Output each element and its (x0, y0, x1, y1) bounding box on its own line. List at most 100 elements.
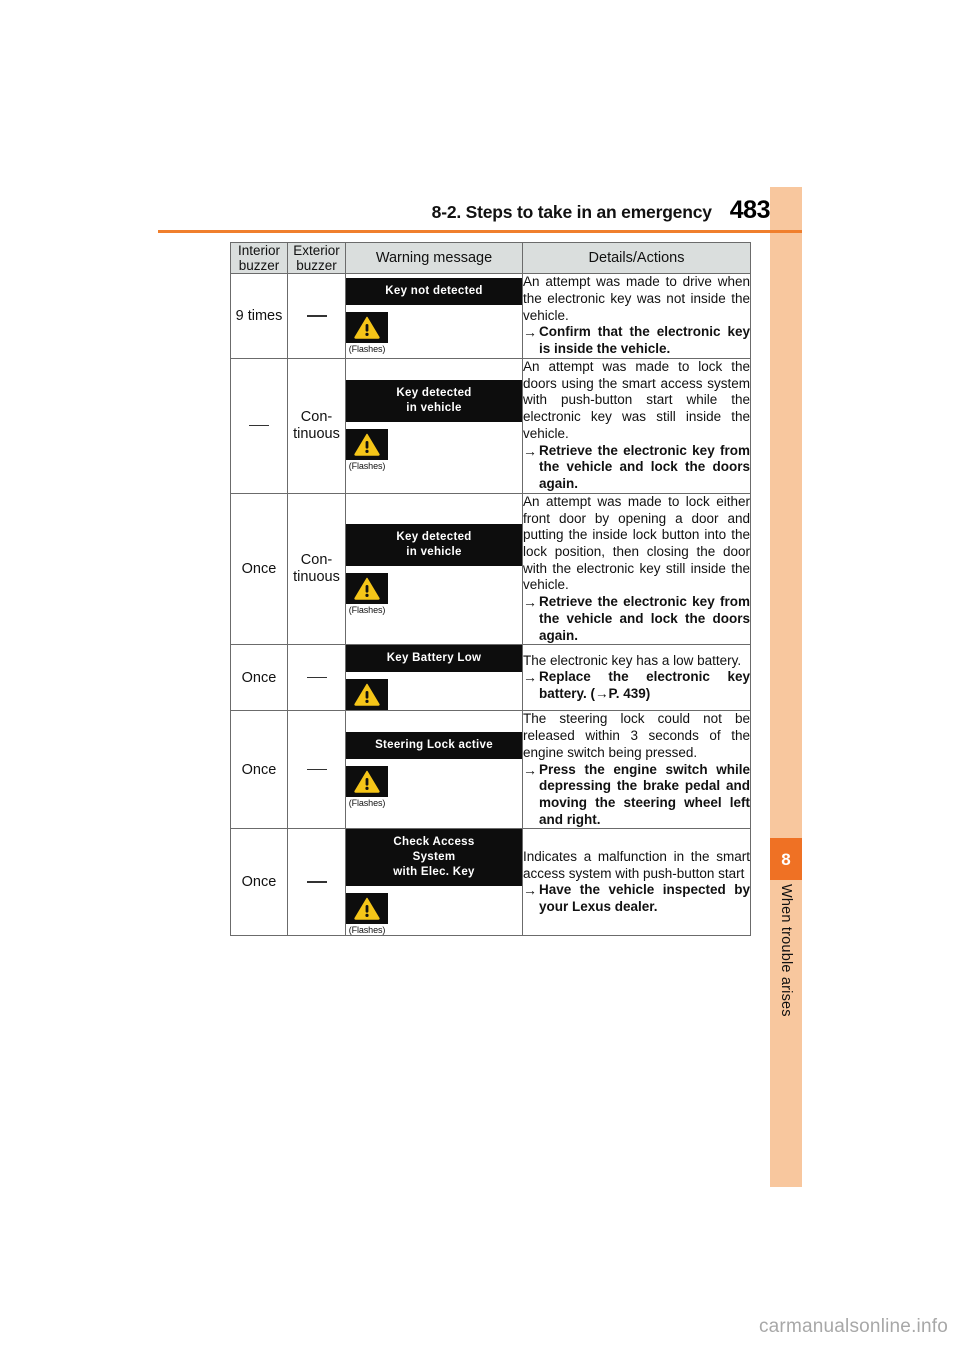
page-title: 8-2. Steps to take in an emergency (431, 202, 712, 222)
cell-details-actions: An attempt was made to lock either front… (522, 492, 751, 646)
flashes-caption: (Flashes) (348, 925, 386, 936)
table-header-row: Interior buzzer Exterior buzzer Warning … (230, 241, 751, 275)
column-header-details-actions: Details/Actions (522, 241, 751, 275)
action-text: Retrieve the electronic key from the veh… (539, 594, 750, 643)
page-header: 8-2. Steps to take in an emergency 483 (158, 196, 771, 225)
cell-warning-message: Check Access System with Elec. Key (Flashes… (345, 828, 523, 937)
flashes-caption: (Flashes) (348, 604, 386, 615)
cell-warning-message: Key not detected (Flashes) (345, 273, 523, 359)
cell-details-actions: Indicates a malfunction in the smart acc… (522, 828, 751, 937)
warning-message-line: Key Battery Low (386, 652, 482, 665)
cell-exterior-buzzer (287, 644, 346, 712)
cell-details-actions: The steering lock could not be released … (522, 710, 751, 830)
table-row: Con-tinuous Key detected in vehicle (Flashe… (230, 357, 751, 494)
action-item: → Confirm that the electronic key is insi… (523, 324, 750, 357)
warning-message-table: Interior buzzer Exterior buzzer Warning … (230, 241, 751, 937)
cell-interior-buzzer: 9 times (230, 273, 288, 359)
details-text: An attempt was made to lock either front… (523, 493, 750, 593)
arrow-icon: → (523, 761, 537, 778)
column-header-warning-message: Warning message (345, 241, 523, 275)
action-item: → Replace the electronic key battery. (→P… (523, 669, 750, 702)
arrow-icon: → (523, 594, 537, 611)
warning-message-line: Key detected (396, 387, 472, 400)
details-text: An attempt was made to drive when the el… (523, 274, 750, 323)
cell-warning-message: Steering Lock active (Flashes) (345, 710, 523, 830)
warning-message-line: Steering Lock active (375, 738, 493, 751)
warning-message-line: Key not detected (385, 285, 483, 298)
column-header-exterior-line1: Exterior (293, 243, 340, 258)
site-watermark: carmanualsonline.info (758, 1316, 948, 1337)
action-text: Retrieve the electronic key from the veh… (539, 442, 750, 492)
table-row: Once Key Battery Low The electronic key ha… (230, 644, 751, 712)
warning-icon-group: (Flashes) (346, 572, 388, 615)
warning-message-line: in vehicle (406, 402, 462, 415)
warning-message-line: System (412, 851, 456, 864)
warning-triangle-icon (346, 679, 388, 711)
warning-icon-group: (Flashes) (346, 312, 388, 354)
chapter-label: When trouble arises (770, 884, 802, 1114)
warning-icon-group: (Flashes) (346, 765, 388, 808)
warning-icon-group: (Flashes) (346, 429, 388, 471)
action-text: Replace the electronic key battery. (→P.… (539, 669, 750, 702)
table-row: 9 times Key not detected (Flashes) An attem… (230, 273, 751, 359)
warning-message-display: Key detected in vehicle (346, 523, 522, 566)
cell-exterior-buzzer (287, 710, 346, 830)
warning-icon-group (346, 679, 388, 711)
chapter-number-tab: 8 (770, 838, 802, 880)
dash-mark (306, 676, 327, 679)
cell-details-actions: The electronic key has a low battery. → Re… (522, 644, 751, 712)
cell-interior-buzzer (230, 357, 288, 494)
cell-warning-message: Key detected in vehicle (Flashes) (345, 357, 523, 494)
chapter-label-text: When trouble arises (778, 884, 794, 1017)
dash-mark (249, 424, 269, 427)
arrow-icon: → (523, 324, 537, 341)
warning-message-display: Key not detected (346, 278, 522, 306)
action-text: Press the engine switch while depressing… (539, 761, 750, 827)
cell-exterior-buzzer (287, 828, 346, 937)
page-number: 483 (729, 196, 771, 224)
action-text: Have the vehicle inspected by your Lexus… (539, 882, 750, 915)
header-rule (158, 230, 802, 233)
table-row: Once Con-tinuous Key detected in vehicle (Fl… (230, 492, 751, 646)
warning-triangle-icon (346, 572, 388, 604)
cell-warning-message: Key Battery Low (345, 644, 523, 712)
column-header-interior-buzzer: Interior buzzer (230, 241, 288, 275)
cell-exterior-buzzer: Con-tinuous (287, 492, 346, 646)
warning-message-line: in vehicle (406, 545, 462, 558)
cell-interior-buzzer: Once (230, 828, 288, 937)
dash-mark (306, 881, 327, 883)
dash-mark (306, 768, 327, 771)
warning-message-line: with Elec. Key (393, 866, 475, 879)
cell-warning-message: Key detected in vehicle (Flashes) (345, 492, 523, 646)
warning-message-display: Key detected in vehicle (346, 380, 522, 423)
warning-message-display: Steering Lock active (346, 731, 522, 759)
table-body: 9 times Key not detected (Flashes) An attem… (230, 273, 751, 937)
warning-triangle-icon (346, 429, 388, 461)
action-item: → Retrieve the electronic key from the ve… (523, 443, 750, 493)
cell-details-actions: An attempt was made to drive when the el… (522, 273, 751, 359)
warning-message-display: Check Access System with Elec. Key (346, 829, 522, 887)
dash-mark (306, 315, 327, 317)
action-item: → Retrieve the electronic key from the ve… (523, 594, 750, 644)
arrow-icon: → (523, 442, 537, 459)
flashes-caption: (Flashes) (348, 461, 386, 472)
column-header-exterior-line2: buzzer (296, 258, 337, 274)
action-item: → Press the engine switch while depressin… (523, 762, 750, 829)
action-item: → Have the vehicle inspected by your Lexu… (523, 882, 750, 915)
cell-exterior-buzzer: Con-tinuous (287, 357, 346, 494)
details-text: An attempt was made to lock the doors us… (523, 358, 750, 441)
warning-message-display: Key Battery Low (346, 645, 522, 673)
column-header-interior-line2: buzzer (238, 258, 280, 274)
arrow-icon: → (523, 882, 537, 899)
warning-triangle-icon (346, 893, 388, 925)
cell-interior-buzzer: Once (230, 644, 288, 712)
action-text: Confirm that the electronic key is insid… (539, 324, 750, 357)
table-row: Once Steering Lock active (Flashes) The ste… (230, 710, 751, 830)
table-header: Interior buzzer Exterior buzzer Warning … (230, 241, 751, 275)
cell-details-actions: An attempt was made to lock the doors us… (522, 357, 751, 494)
flashes-caption: (Flashes) (348, 344, 386, 355)
arrow-icon: → (523, 669, 537, 686)
warning-triangle-icon (346, 312, 388, 344)
column-header-exterior-buzzer: Exterior buzzer (287, 241, 346, 275)
column-header-interior-line1: Interior (237, 243, 281, 258)
